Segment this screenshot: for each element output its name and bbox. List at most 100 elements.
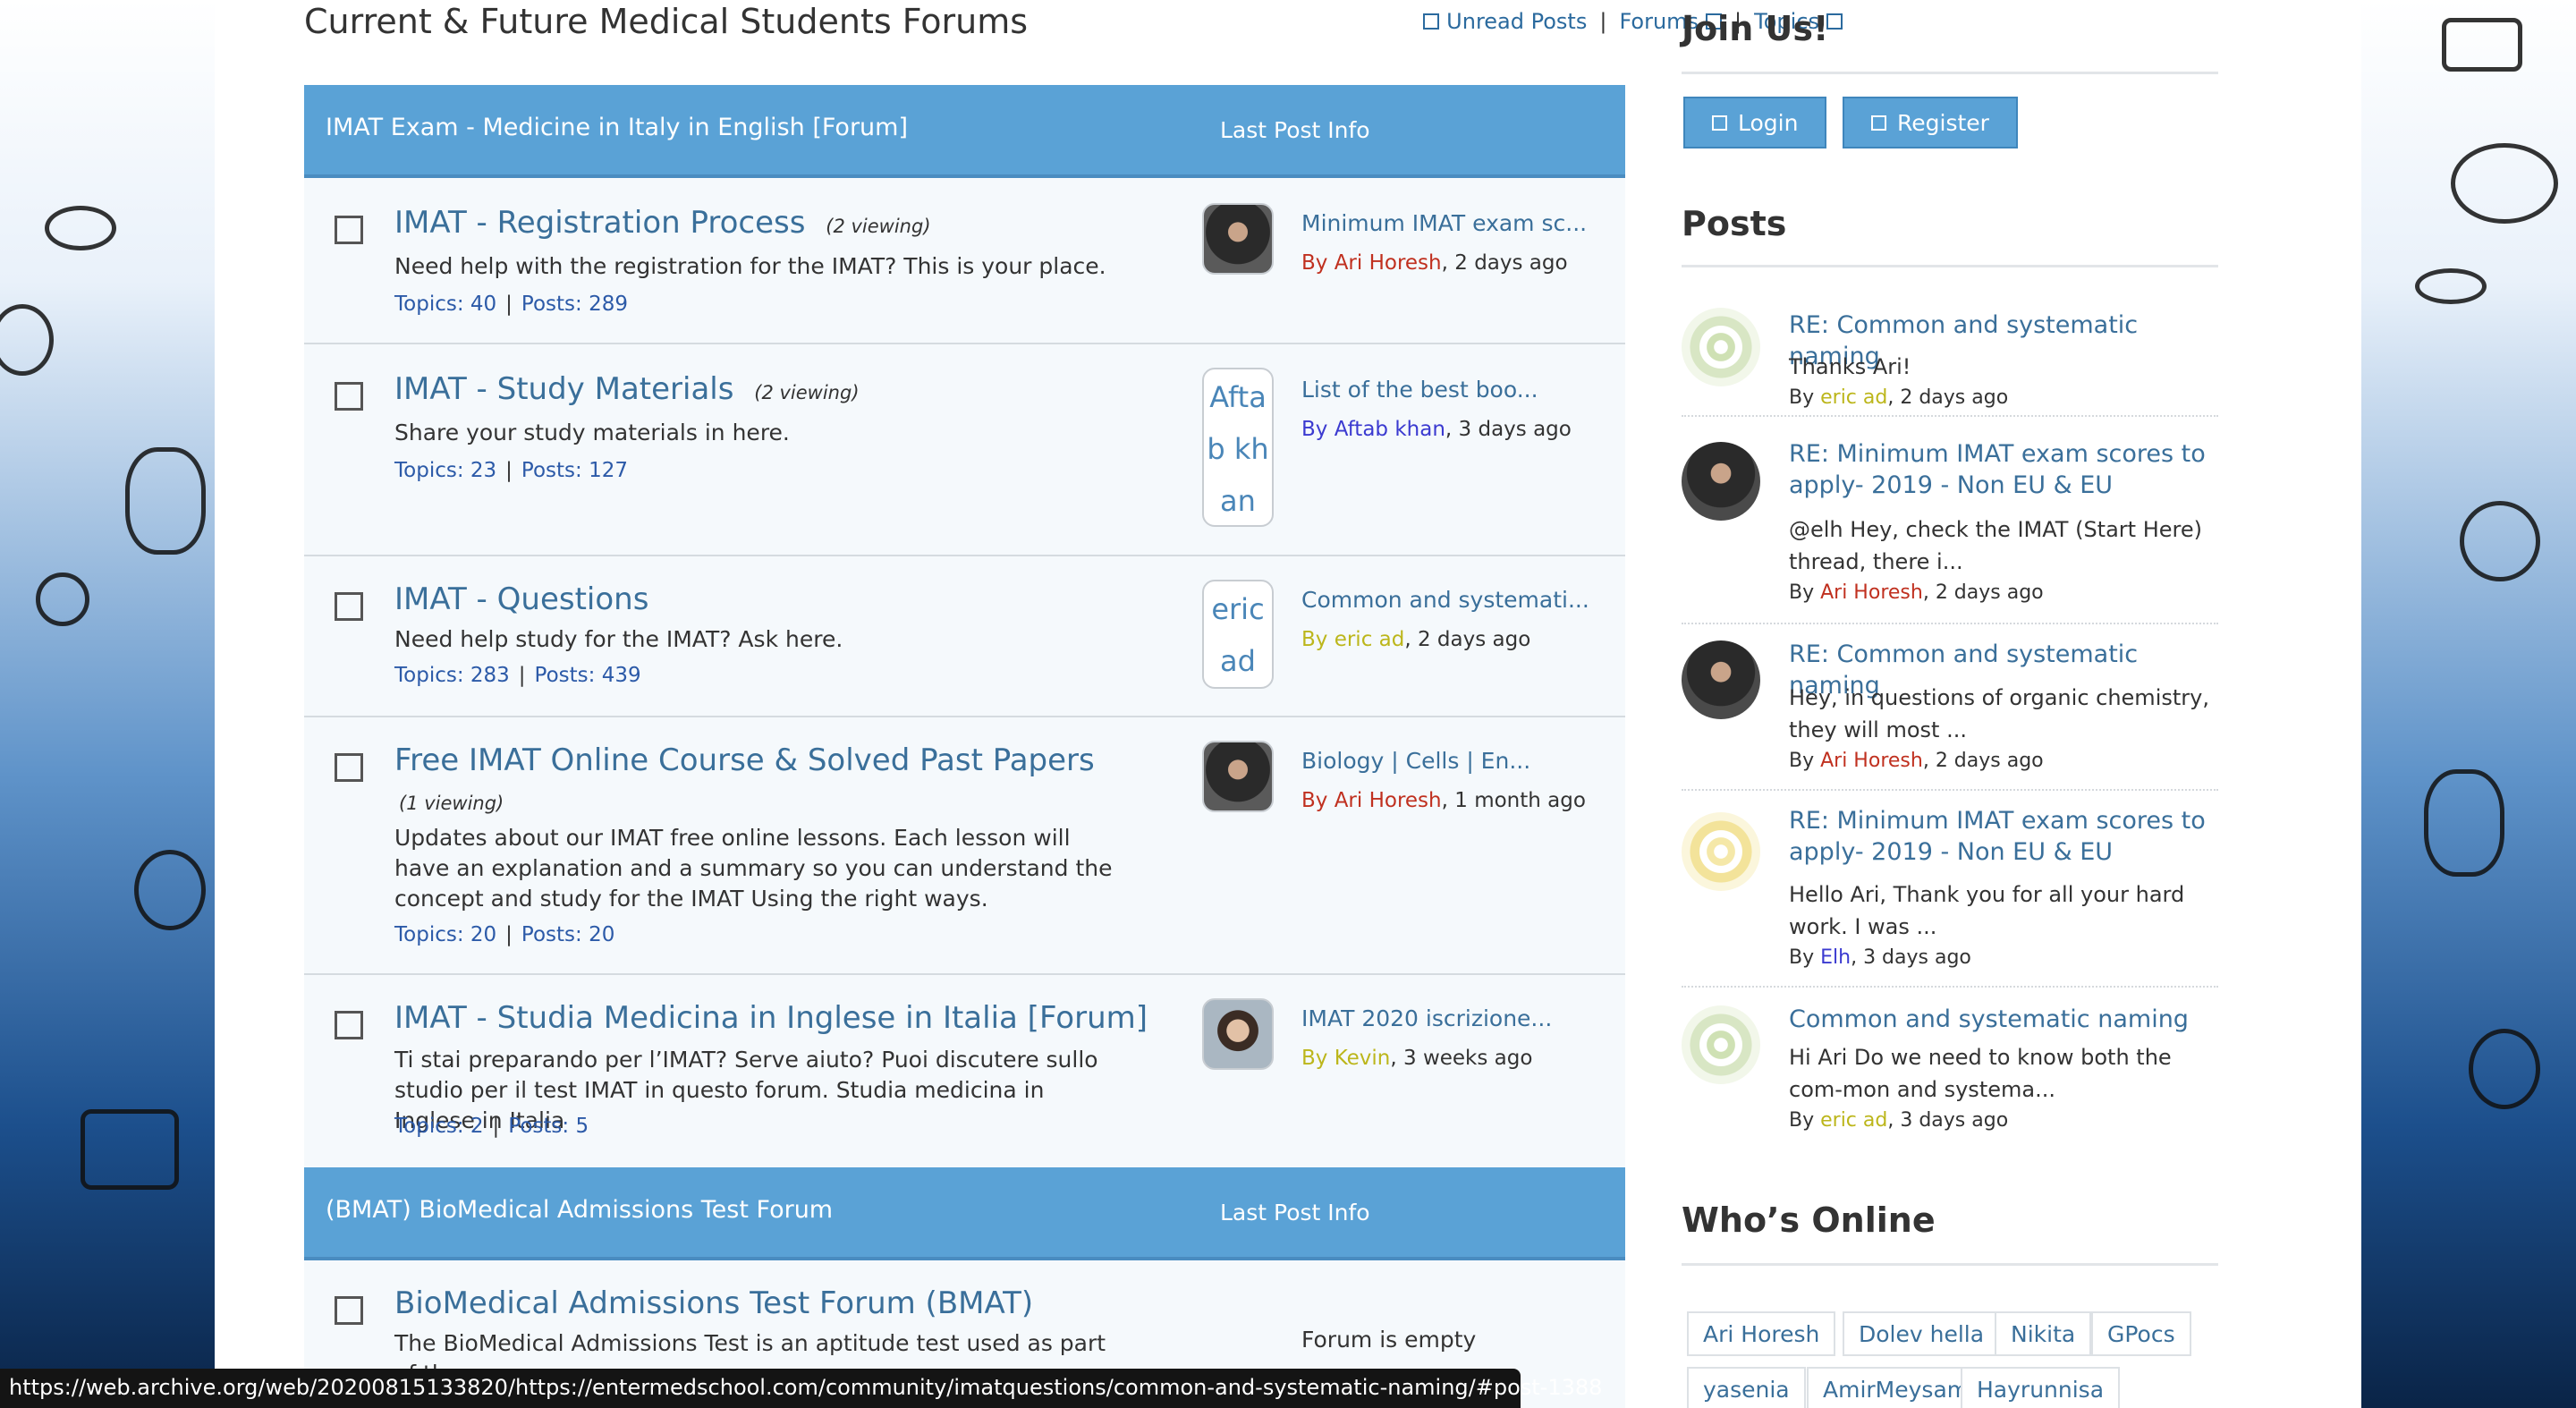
last-post-title-link[interactable]: Biology | Cells | En... <box>1301 748 1530 774</box>
forum-checkbox-icon <box>335 216 363 244</box>
last-post-title-link[interactable]: List of the best boo... <box>1301 377 1538 403</box>
last-post-user-link[interactable]: By Ari Horesh <box>1301 789 1442 812</box>
last-post-title-link[interactable]: Minimum IMAT exam sc... <box>1301 210 1587 236</box>
online-user-chip[interactable]: Ari Horesh <box>1687 1311 1836 1356</box>
posts-count-link[interactable]: Posts: 127 <box>521 459 628 482</box>
avatar[interactable] <box>1682 442 1760 521</box>
last-post-user-link[interactable]: By Ari Horesh <box>1301 251 1442 275</box>
last-post-title-link[interactable]: Common and systemati... <box>1301 587 1589 613</box>
forum-checkbox-icon <box>335 1011 363 1039</box>
brain-doodle-icon <box>2451 143 2558 224</box>
last-poster-avatar[interactable] <box>1202 998 1274 1070</box>
last-post-user-link[interactable]: By eric ad <box>1301 628 1404 651</box>
last-post-user-link[interactable]: By Kevin <box>1301 1047 1390 1070</box>
heart-doodle-icon <box>134 850 206 930</box>
forum-stats: Topics: 20 | Posts: 20 <box>394 923 615 946</box>
topics-count-link[interactable]: Topics: 40 <box>394 293 496 316</box>
online-user-chip[interactable]: GPocs <box>2091 1311 2191 1356</box>
category-name[interactable]: IMAT Exam - Medicine in Italy in English… <box>326 114 908 141</box>
broken-avatar-image[interactable]: Aftab khan <box>1202 368 1274 527</box>
last-post-meta: By eric ad, 2 days ago <box>1301 628 1530 651</box>
avatar[interactable] <box>1682 1005 1760 1084</box>
forum-title-link[interactable]: IMAT - Questions <box>394 581 648 617</box>
bottle-doodle-icon <box>2469 1029 2540 1109</box>
forum-checkbox-icon <box>335 1296 363 1325</box>
forum-stats: Topics: 40 | Posts: 289 <box>394 293 628 316</box>
avatar[interactable] <box>1682 308 1760 386</box>
last-post-meta: By Kevin, 3 weeks ago <box>1301 1047 1532 1070</box>
forum-title-link[interactable]: IMAT - Registration Process <box>394 205 805 241</box>
posts-count-link[interactable]: Posts: 5 <box>508 1115 589 1138</box>
last-post-time: , 3 weeks ago <box>1390 1047 1533 1070</box>
topics-count-link[interactable]: Topics: 2 <box>394 1115 484 1138</box>
avatar[interactable] <box>1682 812 1760 891</box>
forum-title-link[interactable]: Free IMAT Online Course & Solved Past Pa… <box>394 742 1095 778</box>
online-user-chip[interactable]: Nikita <box>1995 1311 2092 1356</box>
forum-checkbox-icon <box>335 753 363 782</box>
recent-post: RE: Common and systematic naming Thanks … <box>1682 304 2218 417</box>
topics-square-icon <box>1826 13 1843 30</box>
page-title: Current & Future Medical Students Forums <box>304 2 1029 41</box>
posts-count-link[interactable]: Posts: 20 <box>521 923 614 946</box>
recent-post-excerpt: Hello Ari, Thank you for all your hard w… <box>1789 882 2185 939</box>
last-poster-avatar[interactable] <box>1202 203 1274 275</box>
posts-count-link[interactable]: Posts: 439 <box>535 664 641 687</box>
forum-title-link[interactable]: BioMedical Admissions Test Forum (BMAT) <box>394 1285 1033 1321</box>
last-poster-avatar[interactable] <box>1202 741 1274 812</box>
register-square-icon <box>1871 115 1886 131</box>
forum-row: IMAT - Studia Medicina in Inglese in Ita… <box>304 975 1625 1167</box>
forum-row: IMAT - Study Materials (2 viewing) Share… <box>304 344 1625 556</box>
forum-checkbox-icon <box>335 592 363 621</box>
drop-doodle-icon <box>36 573 89 626</box>
recent-post: RE: Minimum IMAT exam scores to apply- 2… <box>1682 438 2218 624</box>
atom-doodle-icon <box>2415 268 2487 304</box>
topics-count-link[interactable]: Topics: 20 <box>394 923 496 946</box>
topics-count-link[interactable]: Topics: 283 <box>394 664 510 687</box>
recent-post: Common and systematic naming Hi Ari Do w… <box>1682 1004 2218 1156</box>
login-button[interactable]: Login <box>1683 97 1827 148</box>
recent-post-excerpt: Hey, in questions of organic chemistry, … <box>1789 685 2209 742</box>
post-user-link[interactable]: Elh <box>1820 946 1851 969</box>
login-square-icon <box>1712 115 1727 131</box>
category-name[interactable]: (BMAT) BioMedical Admissions Test Forum <box>326 1196 833 1224</box>
post-user-link[interactable]: eric ad <box>1820 1109 1887 1132</box>
topics-count-link[interactable]: Topics: 23 <box>394 459 496 482</box>
post-user-link[interactable]: Ari Horesh <box>1820 750 1923 772</box>
last-post-user-link[interactable]: By Aftab khan <box>1301 418 1445 441</box>
forum-row: IMAT - Registration Process (2 viewing) … <box>304 178 1625 344</box>
online-user-chip[interactable]: Dolev hella <box>1843 1311 2001 1356</box>
last-post-meta: By Aftab khan, 3 days ago <box>1301 418 1572 441</box>
online-user-chip[interactable]: Hayrunnisa <box>1961 1367 2121 1408</box>
forum-title-link[interactable]: IMAT - Study Materials <box>394 371 733 407</box>
disc-doodle-icon <box>2460 501 2540 581</box>
divider <box>1682 265 2218 267</box>
recent-post-title-link[interactable]: RE: Minimum IMAT exam scores to apply- 2… <box>1789 805 2218 868</box>
join-us-heading: Join Us! <box>1682 9 1829 48</box>
forum-title-link[interactable]: IMAT - Studia Medicina in Inglese in Ita… <box>394 1000 1148 1036</box>
recent-post-title-link[interactable]: Common and systematic naming <box>1789 1004 2218 1035</box>
left-background-doodles <box>0 0 215 1408</box>
unread-posts-link[interactable]: Unread Posts <box>1423 9 1587 34</box>
online-user-chip[interactable]: yasenia <box>1687 1367 1806 1408</box>
eye-doodle-icon <box>45 206 116 250</box>
posts-count-link[interactable]: Posts: 289 <box>521 293 628 316</box>
last-post-title-link[interactable]: IMAT 2020 iscrizione... <box>1301 1005 1552 1031</box>
recent-post-title-link[interactable]: RE: Minimum IMAT exam scores to apply- 2… <box>1789 438 2218 501</box>
forum-row: Free IMAT Online Course & Solved Past Pa… <box>304 717 1625 975</box>
organ-doodle-icon <box>125 447 206 555</box>
recent-post: RE: Minimum IMAT exam scores to apply- 2… <box>1682 805 2218 988</box>
post-user-link[interactable]: eric ad <box>1820 386 1887 409</box>
separator: | <box>1599 9 1607 34</box>
last-post-meta: By Ari Horesh, 2 days ago <box>1301 251 1568 275</box>
forum-stats: Topics: 283 | Posts: 439 <box>394 664 641 687</box>
forum-description: Need help study for the IMAT? Ask here. <box>394 626 843 652</box>
right-background-doodles <box>2361 0 2576 1408</box>
post-user-link[interactable]: Ari Horesh <box>1820 581 1923 604</box>
last-post-time: , 3 days ago <box>1445 418 1572 441</box>
recent-post-excerpt: Hi Ari Do we need to know both the com-m… <box>1789 1045 2172 1102</box>
broken-avatar-image[interactable]: eric ad <box>1202 580 1274 689</box>
register-button[interactable]: Register <box>1843 97 2018 148</box>
recent-post-meta: By eric ad, 2 days ago <box>1789 386 2009 409</box>
avatar[interactable] <box>1682 640 1760 719</box>
last-post-time: , 2 days ago <box>1404 628 1531 651</box>
